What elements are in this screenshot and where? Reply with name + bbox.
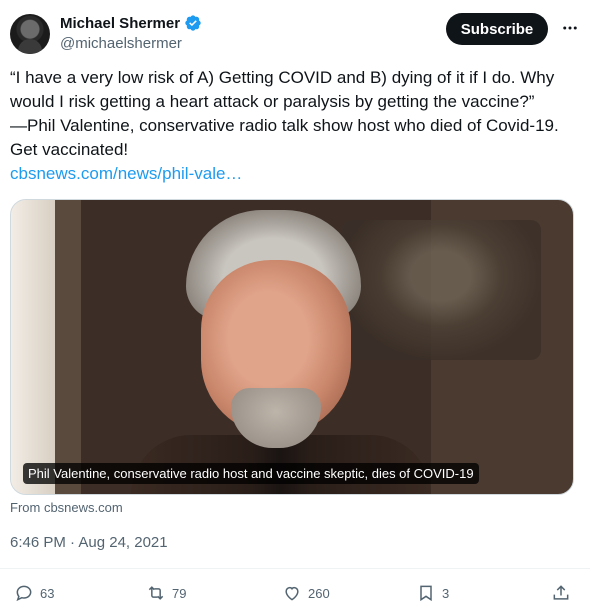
share-button[interactable] bbox=[551, 583, 571, 603]
bookmark-icon bbox=[420, 585, 432, 602]
action-bar: 63 79 260 3 bbox=[0, 568, 590, 614]
link-card-image[interactable]: Phil Valentine, conservative radio host … bbox=[10, 199, 574, 495]
reply-button[interactable]: 63 bbox=[14, 583, 54, 603]
retweet-button[interactable]: 79 bbox=[146, 583, 186, 603]
article-link[interactable]: cbsnews.com/news/phil-vale… bbox=[10, 164, 242, 183]
subscribe-button[interactable]: Subscribe bbox=[446, 13, 548, 45]
bookmark-count: 3 bbox=[442, 585, 450, 601]
tweet-text-line: “I have a very low risk of A) Getting CO… bbox=[10, 68, 555, 87]
heart-icon bbox=[285, 586, 299, 601]
tweet-timestamp[interactable]: 6:46 PM · Aug 24, 2021 bbox=[10, 534, 168, 551]
reply-icon bbox=[16, 585, 32, 602]
retweet-icon bbox=[148, 586, 164, 600]
portrait-photo bbox=[131, 210, 431, 494]
more-icon[interactable] bbox=[560, 18, 580, 38]
tweet-text: “I have a very low risk of A) Getting CO… bbox=[10, 66, 580, 186]
tweet-text-line: —Phil Valentine, conservative radio talk… bbox=[10, 116, 559, 135]
user-avatar[interactable] bbox=[10, 14, 50, 54]
author-display-name[interactable]: Michael Shermer bbox=[60, 15, 180, 32]
author-handle[interactable]: @michaelshermer bbox=[60, 35, 182, 52]
tweet-header: Michael Shermer @michaelshermer Subscrib… bbox=[10, 12, 580, 56]
retweet-count: 79 bbox=[172, 585, 187, 601]
link-source[interactable]: From cbsnews.com bbox=[10, 500, 123, 515]
reply-count: 63 bbox=[40, 585, 55, 601]
link-card-caption: Phil Valentine, conservative radio host … bbox=[23, 463, 479, 484]
like-count: 260 bbox=[308, 585, 330, 601]
like-button[interactable]: 260 bbox=[282, 583, 330, 603]
tweet-text-line: would I risk getting a heart attack or p… bbox=[10, 92, 535, 111]
bookmark-button[interactable]: 3 bbox=[416, 583, 449, 603]
tweet-text-line: Get vaccinated! bbox=[10, 140, 129, 159]
background-pillar bbox=[11, 200, 55, 494]
verified-badge-icon bbox=[185, 15, 201, 31]
share-icon bbox=[553, 585, 569, 600]
author-name-row: Michael Shermer bbox=[60, 14, 202, 32]
